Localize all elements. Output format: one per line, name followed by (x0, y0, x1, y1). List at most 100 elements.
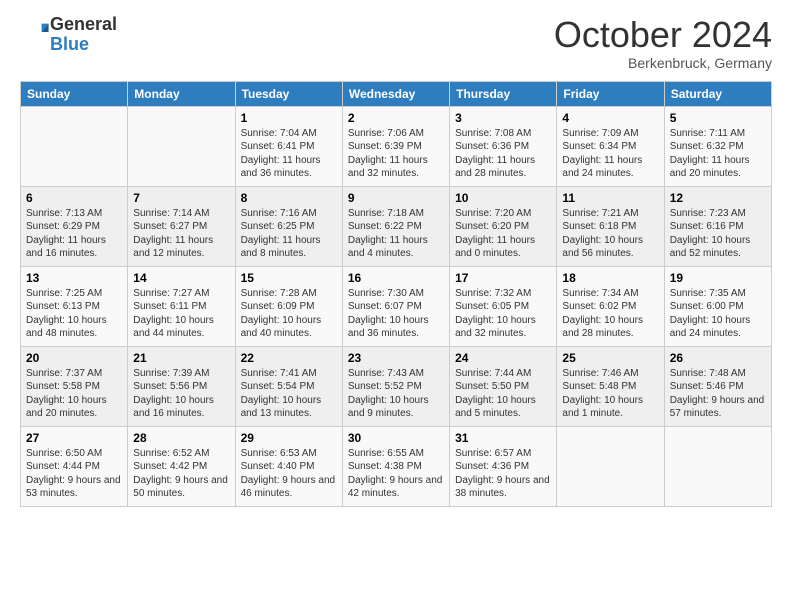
day-info: Sunrise: 7:30 AM Sunset: 6:07 PM Dayligh… (348, 287, 444, 341)
day-info: Sunrise: 7:14 AM Sunset: 6:27 PM Dayligh… (133, 207, 229, 261)
day-info: Sunrise: 7:35 AM Sunset: 6:00 PM Dayligh… (670, 287, 766, 341)
month-title: October 2024 (554, 15, 772, 55)
header: General Blue October 2024 Berkenbruck, G… (20, 15, 772, 71)
day-info: Sunrise: 7:09 AM Sunset: 6:34 PM Dayligh… (562, 127, 658, 181)
col-thursday: Thursday (450, 81, 557, 106)
calendar-cell-w2-d2: 7 Sunrise: 7:14 AM Sunset: 6:27 PM Daylig… (128, 186, 235, 266)
col-tuesday: Tuesday (235, 81, 342, 106)
day-number: 13 (26, 271, 122, 285)
day-info: Sunrise: 7:34 AM Sunset: 6:02 PM Dayligh… (562, 287, 658, 341)
day-number: 29 (241, 431, 337, 445)
day-info: Sunrise: 7:06 AM Sunset: 6:39 PM Dayligh… (348, 127, 444, 181)
day-info: Sunrise: 7:18 AM Sunset: 6:22 PM Dayligh… (348, 207, 444, 261)
calendar-cell-w3-d1: 13 Sunrise: 7:25 AM Sunset: 6:13 PM Dayli… (21, 266, 128, 346)
calendar-cell-w4-d7: 26Sunrise: 7:48 AM Sunset: 5:46 PM Dayli… (664, 346, 771, 426)
day-info: Sunrise: 7:37 AM Sunset: 5:58 PM Dayligh… (26, 367, 122, 421)
day-info: Sunrise: 7:25 AM Sunset: 6:13 PM Dayligh… (26, 287, 122, 341)
calendar-header-row: Sunday Monday Tuesday Wednesday Thursday… (21, 81, 772, 106)
day-number: 25 (562, 351, 658, 365)
day-info: Sunrise: 7:46 AM Sunset: 5:48 PM Dayligh… (562, 367, 658, 421)
calendar-cell-w1-d7: 5 Sunrise: 7:11 AM Sunset: 6:32 PM Daylig… (664, 106, 771, 186)
logo-text: General Blue (50, 15, 117, 55)
day-info: Sunrise: 7:39 AM Sunset: 5:56 PM Dayligh… (133, 367, 229, 421)
day-number: 14 (133, 271, 229, 285)
day-info: Sunrise: 7:44 AM Sunset: 5:50 PM Dayligh… (455, 367, 551, 421)
calendar-cell-w3-d6: 18 Sunrise: 7:34 AM Sunset: 6:02 PM Dayli… (557, 266, 664, 346)
col-sunday: Sunday (21, 81, 128, 106)
day-number: 18 (562, 271, 658, 285)
day-info: Sunrise: 7:23 AM Sunset: 6:16 PM Dayligh… (670, 207, 766, 261)
day-info: Sunrise: 7:27 AM Sunset: 6:11 PM Dayligh… (133, 287, 229, 341)
calendar-cell-w4-d2: 21Sunrise: 7:39 AM Sunset: 5:56 PM Dayli… (128, 346, 235, 426)
day-info: Sunrise: 6:50 AM Sunset: 4:44 PM Dayligh… (26, 447, 122, 501)
calendar-cell-w2-d4: 9 Sunrise: 7:18 AM Sunset: 6:22 PM Daylig… (342, 186, 449, 266)
calendar-cell-w5-d5: 31 Sunrise: 6:57 AM Sunset: 4:36 PM Dayli… (450, 426, 557, 506)
calendar-cell-w5-d7 (664, 426, 771, 506)
calendar-cell-w3-d5: 17Sunrise: 7:32 AM Sunset: 6:05 PM Dayli… (450, 266, 557, 346)
calendar-cell-w5-d6 (557, 426, 664, 506)
day-info: Sunrise: 7:04 AM Sunset: 6:41 PM Dayligh… (241, 127, 337, 181)
calendar-cell-w4-d4: 23Sunrise: 7:43 AM Sunset: 5:52 PM Dayli… (342, 346, 449, 426)
day-number: 19 (670, 271, 766, 285)
calendar-cell-w5-d2: 28 Sunrise: 6:52 AM Sunset: 4:42 PM Dayli… (128, 426, 235, 506)
day-number: 31 (455, 431, 551, 445)
calendar-cell-w1-d2 (128, 106, 235, 186)
calendar-cell-w5-d1: 27 Sunrise: 6:50 AM Sunset: 4:44 PM Dayli… (21, 426, 128, 506)
day-number: 27 (26, 431, 122, 445)
day-number: 2 (348, 111, 444, 125)
calendar-cell-w5-d3: 29 Sunrise: 6:53 AM Sunset: 4:40 PM Dayli… (235, 426, 342, 506)
day-info: Sunrise: 7:21 AM Sunset: 6:18 PM Dayligh… (562, 207, 658, 261)
day-info: Sunrise: 6:52 AM Sunset: 4:42 PM Dayligh… (133, 447, 229, 501)
calendar-cell-w3-d3: 15 Sunrise: 7:28 AM Sunset: 6:09 PM Dayli… (235, 266, 342, 346)
day-number: 15 (241, 271, 337, 285)
calendar-cell-w1-d5: 3Sunrise: 7:08 AM Sunset: 6:36 PM Daylig… (450, 106, 557, 186)
calendar-cell-w2-d3: 8 Sunrise: 7:16 AM Sunset: 6:25 PM Daylig… (235, 186, 342, 266)
calendar-cell-w1-d4: 2 Sunrise: 7:06 AM Sunset: 6:39 PM Daylig… (342, 106, 449, 186)
day-number: 7 (133, 191, 229, 205)
calendar-cell-w3-d7: 19 Sunrise: 7:35 AM Sunset: 6:00 PM Dayli… (664, 266, 771, 346)
day-info: Sunrise: 7:16 AM Sunset: 6:25 PM Dayligh… (241, 207, 337, 261)
location: Berkenbruck, Germany (554, 55, 772, 71)
logo: General Blue (20, 15, 117, 55)
day-info: Sunrise: 7:20 AM Sunset: 6:20 PM Dayligh… (455, 207, 551, 261)
calendar-table: Sunday Monday Tuesday Wednesday Thursday… (20, 81, 772, 507)
calendar-cell-w4-d6: 25 Sunrise: 7:46 AM Sunset: 5:48 PM Dayli… (557, 346, 664, 426)
day-number: 8 (241, 191, 337, 205)
page: General Blue October 2024 Berkenbruck, G… (0, 0, 792, 612)
day-number: 20 (26, 351, 122, 365)
logo-icon (22, 18, 50, 46)
col-friday: Friday (557, 81, 664, 106)
title-block: October 2024 Berkenbruck, Germany (554, 15, 772, 71)
day-info: Sunrise: 7:41 AM Sunset: 5:54 PM Dayligh… (241, 367, 337, 421)
day-number: 10 (455, 191, 551, 205)
calendar-cell-w2-d1: 6Sunrise: 7:13 AM Sunset: 6:29 PM Daylig… (21, 186, 128, 266)
day-info: Sunrise: 7:11 AM Sunset: 6:32 PM Dayligh… (670, 127, 766, 181)
day-info: Sunrise: 7:13 AM Sunset: 6:29 PM Dayligh… (26, 207, 122, 261)
calendar-cell-w4-d3: 22 Sunrise: 7:41 AM Sunset: 5:54 PM Dayli… (235, 346, 342, 426)
day-info: Sunrise: 6:57 AM Sunset: 4:36 PM Dayligh… (455, 447, 551, 501)
day-number: 28 (133, 431, 229, 445)
day-info: Sunrise: 7:32 AM Sunset: 6:05 PM Dayligh… (455, 287, 551, 341)
day-number: 5 (670, 111, 766, 125)
day-number: 16 (348, 271, 444, 285)
day-number: 3 (455, 111, 551, 125)
calendar-cell-w5-d4: 30Sunrise: 6:55 AM Sunset: 4:38 PM Dayli… (342, 426, 449, 506)
day-number: 1 (241, 111, 337, 125)
day-number: 4 (562, 111, 658, 125)
day-info: Sunrise: 7:28 AM Sunset: 6:09 PM Dayligh… (241, 287, 337, 341)
day-number: 22 (241, 351, 337, 365)
day-info: Sunrise: 6:53 AM Sunset: 4:40 PM Dayligh… (241, 447, 337, 501)
week-row-2: 6Sunrise: 7:13 AM Sunset: 6:29 PM Daylig… (21, 186, 772, 266)
calendar-cell-w4-d1: 20 Sunrise: 7:37 AM Sunset: 5:58 PM Dayli… (21, 346, 128, 426)
week-row-3: 13 Sunrise: 7:25 AM Sunset: 6:13 PM Dayli… (21, 266, 772, 346)
calendar-cell-w1-d3: 1 Sunrise: 7:04 AM Sunset: 6:41 PM Daylig… (235, 106, 342, 186)
col-monday: Monday (128, 81, 235, 106)
calendar-cell-w3-d2: 14 Sunrise: 7:27 AM Sunset: 6:11 PM Dayli… (128, 266, 235, 346)
calendar-cell-w4-d5: 24Sunrise: 7:44 AM Sunset: 5:50 PM Dayli… (450, 346, 557, 426)
day-number: 11 (562, 191, 658, 205)
day-number: 9 (348, 191, 444, 205)
day-number: 12 (670, 191, 766, 205)
day-number: 30 (348, 431, 444, 445)
calendar-cell-w2-d6: 11 Sunrise: 7:21 AM Sunset: 6:18 PM Dayli… (557, 186, 664, 266)
week-row-4: 20 Sunrise: 7:37 AM Sunset: 5:58 PM Dayli… (21, 346, 772, 426)
